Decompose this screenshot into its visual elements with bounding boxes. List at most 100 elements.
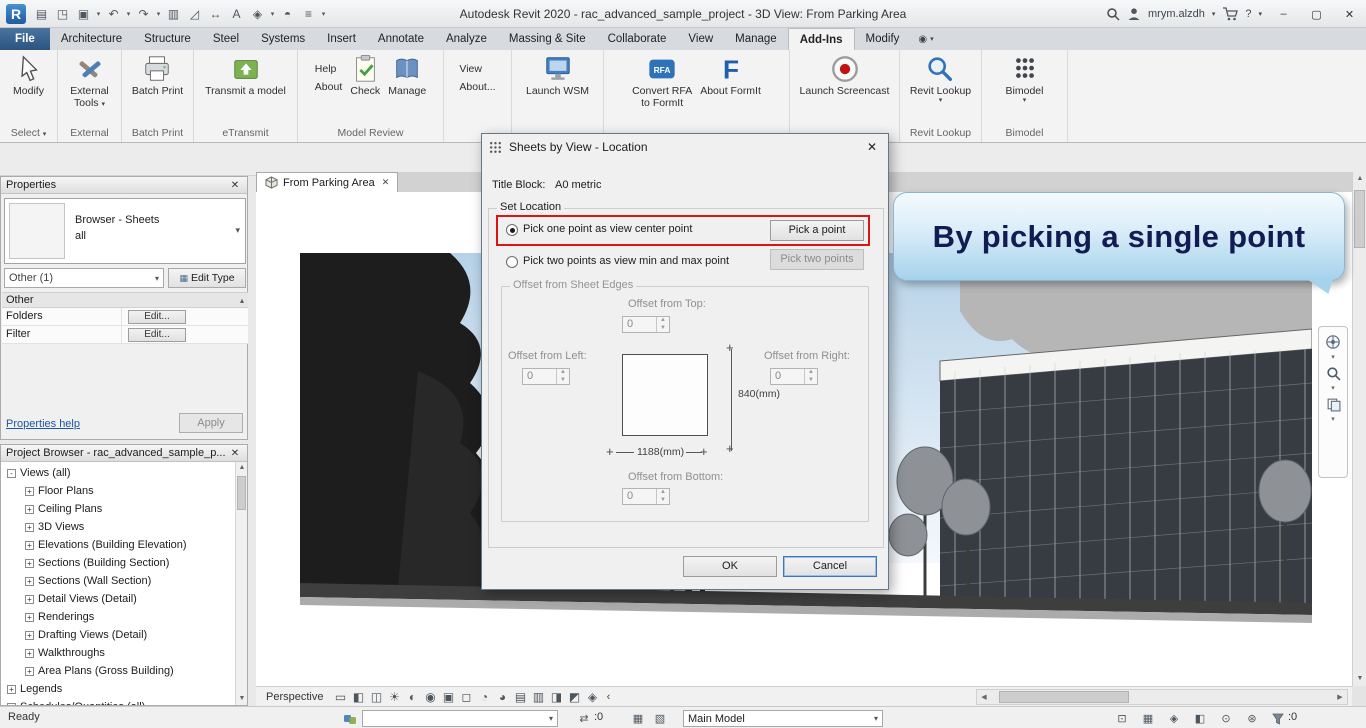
expand-icon[interactable]: + [7,702,16,705]
help-button[interactable]: Help [312,62,340,76]
undo-dropdown-icon[interactable]: ▾ [124,3,133,25]
tab-annotate[interactable]: Annotate [367,28,435,50]
tree-item-walkthroughs[interactable]: + Walkthroughs [25,645,105,661]
tree-item-elevations[interactable]: + Elevations (Building Elevation) [25,537,187,553]
spinner-arrows-icon[interactable]: ▲ ▼ [556,369,569,384]
wsm-about-button[interactable]: About... [456,80,498,94]
tree-item-detail-views[interactable]: + Detail Views (Detail) [25,591,137,607]
close-button[interactable]: ✕ [1333,0,1366,28]
redo-icon[interactable]: ↷ [133,3,154,25]
expand-icon[interactable]: + [25,522,34,532]
customize-qat-icon[interactable]: ▾ [319,3,328,25]
active-workset-combo[interactable]: ▾ [362,710,558,727]
project-browser-scrollbar[interactable]: ▲ ▼ [235,462,247,705]
transmit-model-button[interactable]: Transmit a model [202,53,289,125]
render-icon[interactable]: ◉ [421,688,439,706]
tree-item-renderings[interactable]: + Renderings [25,609,94,625]
spinner-arrows-icon[interactable]: ▲ ▼ [656,489,669,504]
expand-icon[interactable]: + [25,576,34,586]
filter-edit-button[interactable]: Edit... [128,327,186,342]
radio-pick-two-points-label[interactable]: Pick two points as view min and max poin… [523,255,729,267]
tab-view[interactable]: View [677,28,724,50]
vertical-scrollbar[interactable]: ▲ ▼ [1352,172,1366,686]
cancel-button[interactable]: Cancel [783,556,877,577]
tab-steel[interactable]: Steel [202,28,250,50]
select-pinned-icon[interactable]: ◈ [1166,711,1182,726]
project-browser-close-icon[interactable]: ✕ [228,448,242,459]
undo-icon[interactable]: ↶ [103,3,124,25]
worksharing-display-icon[interactable]: ▤ [511,688,529,706]
tree-item-sections-wall[interactable]: + Sections (Wall Section) [25,573,151,589]
tab-file[interactable]: File [0,28,50,50]
tree-item-ceiling-plans[interactable]: + Ceiling Plans [25,501,102,517]
expand-icon[interactable]: + [25,540,34,550]
scroll-down-icon[interactable]: ▼ [236,693,248,705]
view-dropdown-icon[interactable]: ▾ [268,3,277,25]
radio-pick-two-points[interactable] [506,256,518,268]
spinner-arrows-icon[interactable]: ▲ ▼ [804,369,817,384]
dialog-title-bar[interactable]: Sheets by View - Location ✕ [482,134,888,160]
properties-close-icon[interactable]: ✕ [228,180,242,191]
expand-icon[interactable]: + [25,594,34,604]
launch-wsm-button[interactable]: Launch WSM [523,53,592,125]
design-options-icon[interactable]: ▦ [630,711,646,726]
type-selector-caret-icon[interactable]: ▾ [235,225,240,236]
ok-button[interactable]: OK [683,556,777,577]
manage-button[interactable]: Manage [385,53,429,125]
apply-button[interactable]: Apply [179,413,243,433]
bimodel-button[interactable]: Bimodel ▾ [1003,53,1047,125]
new-document-icon[interactable]: ▤ [31,3,52,25]
print-icon[interactable]: ▥ [163,3,184,25]
collapse-group-icon[interactable]: ▴ [240,296,244,305]
properties-help-link[interactable]: Properties help [6,418,80,430]
sync-dropdown-icon[interactable]: ▾ [94,3,103,25]
launch-screencast-button[interactable]: Launch Screencast [797,53,893,125]
radio-pick-one-point[interactable] [506,224,518,236]
visual-style-icon[interactable]: ◫ [367,688,385,706]
select-by-face-icon[interactable]: ◧ [1192,711,1208,726]
tree-item-sections-building[interactable]: + Sections (Building Section) [25,555,169,571]
revit-logo-icon[interactable]: R [6,3,26,24]
tree-item-legends[interactable]: + Legends [7,681,62,697]
thin-lines-icon[interactable]: ≡ [298,3,319,25]
property-group-other[interactable]: Other ▴ [2,292,248,308]
save-icon[interactable]: ▣ [73,3,94,25]
tree-item-schedules[interactable]: + Schedules/Quantities (all) [7,699,145,705]
offset-bottom-spinner[interactable]: 0 ▲ ▼ [622,488,670,505]
section-icon[interactable]: ◓ [277,3,298,25]
tab-manage[interactable]: Manage [724,28,788,50]
displacement-icon[interactable]: ◈ [583,688,601,706]
sun-path-icon[interactable]: ☀ [385,688,403,706]
active-only-icon[interactable]: ▧ [652,711,668,726]
offset-right-spinner[interactable]: 0 ▲ ▼ [770,368,818,385]
chevron-down-icon[interactable]: ▾ [1331,354,1335,361]
tab-structure[interactable]: Structure [133,28,202,50]
detail-level-icon[interactable]: ◧ [349,688,367,706]
view-bar-overflow-icon[interactable]: ‹ [601,691,615,703]
about-button[interactable]: About [312,80,345,94]
help-icon[interactable]: ? [1245,8,1251,20]
horizontal-scrollbar[interactable]: ◀ ▶ [976,689,1348,705]
revit-lookup-button[interactable]: Revit Lookup ▾ [907,53,974,125]
expand-icon[interactable]: + [25,630,34,640]
open-icon[interactable]: ◳ [52,3,73,25]
edit-type-button[interactable]: ▦ Edit Type [168,268,246,288]
crop-size-icon[interactable]: ▭ [331,688,349,706]
chevron-down-icon[interactable]: ▾ [1331,385,1335,392]
expand-icon[interactable]: + [25,612,34,622]
ribbon-display-toggle[interactable]: ◉ ▾ [918,28,933,50]
drag-on-selection-icon[interactable]: ⊙ [1218,711,1234,726]
scrollbar-thumb[interactable] [1354,190,1365,248]
redo-dropdown-icon[interactable]: ▾ [154,3,163,25]
background-processes-icon[interactable]: ⊛ [1244,711,1260,726]
tree-item-3d-views[interactable]: +3D Views [25,519,84,535]
folders-edit-button[interactable]: Edit... [128,309,186,324]
scroll-left-icon[interactable]: ◀ [977,693,991,701]
scroll-up-icon[interactable]: ▲ [236,462,248,474]
scrollbar-thumb[interactable] [237,476,246,510]
user-dropdown-icon[interactable]: ▾ [1212,10,1216,18]
tree-item-area-plans[interactable]: + Area Plans (Gross Building) [25,663,174,679]
expand-icon[interactable]: + [25,486,34,496]
check-button[interactable]: Check [347,53,383,125]
crop-view-icon[interactable]: ▣ [439,688,457,706]
